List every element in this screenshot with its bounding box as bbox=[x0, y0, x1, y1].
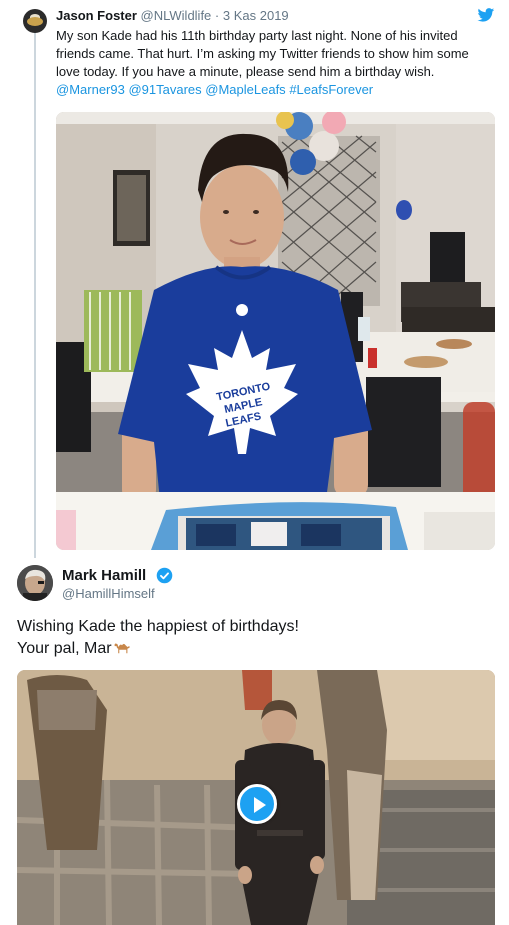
mention-link[interactable]: @Marner93 bbox=[56, 82, 125, 97]
twitter-bird-icon[interactable] bbox=[477, 8, 495, 22]
author-handle[interactable]: @HamillHimself bbox=[62, 586, 155, 601]
mention-link[interactable]: @MapleLeafs bbox=[205, 82, 285, 97]
avatar[interactable] bbox=[23, 9, 47, 33]
tweet-line-1: Wishing Kade the happiest of birthdays! bbox=[17, 618, 299, 635]
verified-badge-icon bbox=[156, 567, 173, 584]
hashtag-link[interactable]: #LeafsForever bbox=[289, 82, 373, 97]
tweet-text: My son Kade had his 11th birthday party … bbox=[56, 27, 496, 99]
tweet-date[interactable]: 3 Kas 2019 bbox=[223, 8, 289, 23]
author-name[interactable]: Jason Foster bbox=[56, 8, 137, 23]
mention-link[interactable]: @91Tavares bbox=[128, 82, 201, 97]
separator: · bbox=[214, 8, 220, 23]
video-play-button[interactable] bbox=[237, 784, 277, 824]
tweet-line-2: Your pal, Mar bbox=[17, 640, 112, 657]
thread-connector-line bbox=[34, 30, 36, 558]
birthday-photo: TORONTO MAPLE LEAFS bbox=[56, 112, 495, 550]
tweet-header: Jason Foster @NLWildlife · 3 Kas 2019 bbox=[56, 8, 289, 23]
author-name[interactable]: Mark Hamill bbox=[62, 567, 146, 584]
tweet-text: Wishing Kade the happiest of birthdays! … bbox=[17, 616, 299, 660]
play-icon bbox=[254, 797, 266, 813]
camel-icon bbox=[114, 643, 130, 654]
avatar[interactable] bbox=[17, 565, 53, 601]
quoted-tweet[interactable]: Jason Foster @NLWildlife · 3 Kas 2019 My… bbox=[0, 0, 509, 560]
tweet-photo[interactable]: TORONTO MAPLE LEAFS bbox=[56, 112, 495, 550]
tweet-body: My son Kade had his 11th birthday party … bbox=[56, 28, 469, 79]
author-handle[interactable]: @NLWildlife bbox=[141, 8, 212, 23]
